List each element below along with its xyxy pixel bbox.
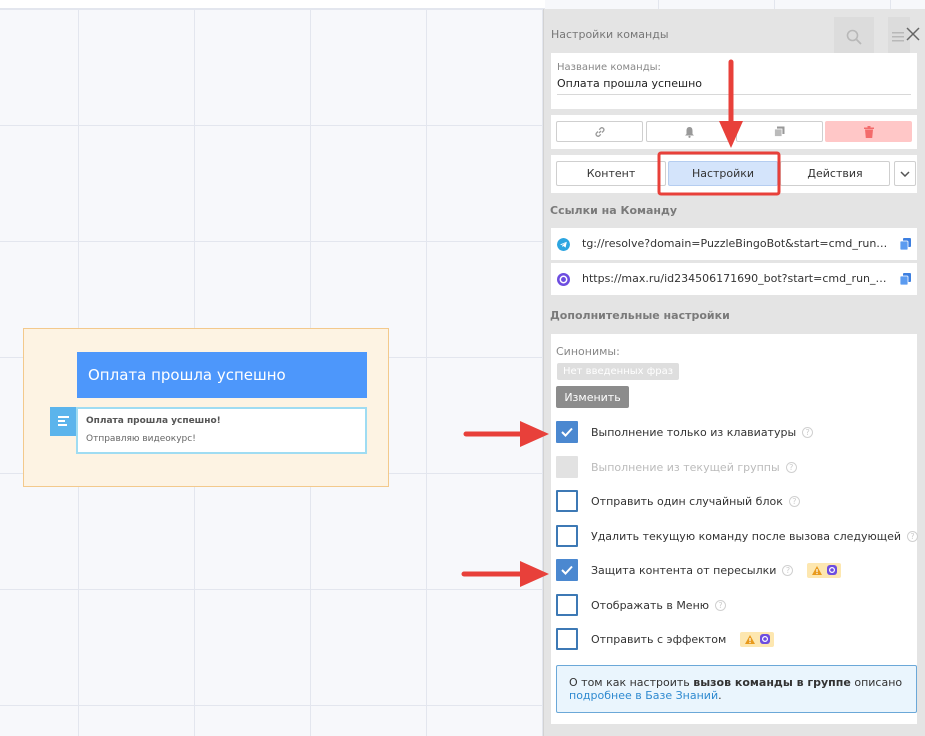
copy-max-link-button[interactable] xyxy=(899,273,911,288)
checkbox-send-with-effect[interactable] xyxy=(556,628,578,650)
option-label: Защита контента от пересылки xyxy=(591,563,777,577)
telegram-icon xyxy=(557,238,570,251)
tabs-bar: Контент Настройки Действия xyxy=(551,155,917,193)
warning-icon xyxy=(811,565,822,575)
message-title: Оплата прошла успешно! xyxy=(86,416,221,426)
checkbox-keyboard-only[interactable] xyxy=(556,421,578,443)
option-label: Отправить с эффектом xyxy=(591,632,727,646)
group-call-info-box: О том как настроить вызов команды в груп… xyxy=(556,665,917,713)
command-tools xyxy=(551,115,917,149)
extra-settings-card: Синонимы: Нет введенных фраз Изменить Вы… xyxy=(551,334,919,724)
synonyms-label: Синонимы: xyxy=(556,345,620,358)
option-current-group: Выполнение из текущей группы ? xyxy=(556,455,797,479)
message-text: Отправляю видеокурс! xyxy=(86,434,196,444)
close-icon xyxy=(906,27,920,41)
trash-icon xyxy=(863,125,874,138)
checkmark-icon xyxy=(561,565,573,575)
help-icon[interactable]: ? xyxy=(785,461,797,473)
block-title[interactable]: Оплата прошла успешно xyxy=(77,352,367,398)
command-name-card: Название команды: Оплата прошла успешно xyxy=(551,53,917,109)
extra-section-title: Дополнительные настройки xyxy=(550,309,730,322)
help-icon[interactable]: ? xyxy=(782,564,794,576)
link-button[interactable] xyxy=(556,121,643,142)
checkmark-icon xyxy=(561,427,573,437)
info-suffix: . xyxy=(718,689,722,702)
option-send-with-effect[interactable]: Отправить с эффектом xyxy=(556,627,775,651)
option-random-block[interactable]: Отправить один случайный блок ? xyxy=(556,489,800,513)
knowledge-base-link[interactable]: подробнее в Базе Знаний xyxy=(569,689,718,702)
info-middle: описано xyxy=(850,676,903,689)
command-settings-panel: Настройки команды Название команды: Опла… xyxy=(543,9,925,736)
help-icon[interactable]: ? xyxy=(802,426,814,438)
command-name-input[interactable]: Оплата прошла успешно xyxy=(557,77,911,95)
delete-button[interactable] xyxy=(825,121,912,142)
bell-icon xyxy=(685,126,694,138)
checkbox-forward-protection[interactable] xyxy=(556,559,578,581)
text-message-icon xyxy=(50,407,76,436)
max-icon xyxy=(557,273,570,286)
arrow-right-annotation xyxy=(463,421,549,447)
synonyms-label-text: Синонимы: xyxy=(556,345,620,358)
message-preview[interactable]: Оплата прошла успешно! Отправляю видеоку… xyxy=(76,407,367,454)
max-link-text[interactable]: https://max.ru/id234506171690_bot?start=… xyxy=(582,272,892,285)
tab-actions[interactable]: Действия xyxy=(780,161,890,186)
search-icon xyxy=(846,29,862,45)
max-icon xyxy=(826,565,837,575)
links-section-title: Ссылки на Команду xyxy=(550,204,678,217)
option-label: Удалить текущую команду после вызова сле… xyxy=(591,529,902,543)
panel-title: Настройки команды xyxy=(551,28,669,41)
option-label: Выполнение из текущей группы xyxy=(591,460,780,474)
tabs-more-button[interactable] xyxy=(894,161,916,186)
chevron-down-icon xyxy=(900,170,910,177)
notify-button[interactable] xyxy=(646,121,733,142)
command-name-label: Название команды: xyxy=(557,62,661,73)
option-show-in-menu[interactable]: Отображать в Меню ? xyxy=(556,593,727,617)
link-icon xyxy=(594,126,605,137)
platform-badge xyxy=(740,631,775,647)
arrow-right-annotation xyxy=(461,561,549,587)
warning-icon xyxy=(744,634,755,644)
checkbox-show-in-menu[interactable] xyxy=(556,594,578,616)
checkbox-current-group xyxy=(556,456,578,478)
max-link-row: https://max.ru/id234506171690_bot?start=… xyxy=(551,263,917,295)
canvas-top-strip xyxy=(0,0,545,9)
checkbox-delete-after-next[interactable] xyxy=(556,525,578,547)
platform-badge xyxy=(807,562,842,578)
option-label: Выполнение только из клавиатуры xyxy=(591,425,797,439)
copy-icon xyxy=(899,238,911,251)
info-prefix: О том как настроить xyxy=(569,676,694,689)
copy-icon xyxy=(774,126,785,137)
info-bold: вызов команды в группе xyxy=(693,676,851,689)
change-synonyms-button[interactable]: Изменить xyxy=(556,386,629,408)
search-button[interactable] xyxy=(834,17,874,57)
telegram-link-row: tg://resolve?domain=PuzzleBingoBot&start… xyxy=(551,228,917,260)
tab-content[interactable]: Контент xyxy=(556,161,666,186)
option-forward-protection[interactable]: Защита контента от пересылки ? xyxy=(556,558,842,582)
close-button[interactable] xyxy=(902,23,924,45)
help-icon[interactable]: ? xyxy=(907,530,919,542)
option-keyboard-only[interactable]: Выполнение только из клавиатуры ? xyxy=(556,420,814,444)
help-icon[interactable]: ? xyxy=(715,599,727,611)
copy-command-button[interactable] xyxy=(736,121,823,142)
checkbox-random-block[interactable] xyxy=(556,490,578,512)
help-icon[interactable]: ? xyxy=(788,495,800,507)
telegram-link-text[interactable]: tg://resolve?domain=PuzzleBingoBot&start… xyxy=(582,237,892,250)
tab-settings[interactable]: Настройки xyxy=(668,161,778,186)
copy-icon xyxy=(899,273,911,286)
copy-telegram-link-button[interactable] xyxy=(899,238,911,253)
option-delete-after-next[interactable]: Удалить текущую команду после вызова сле… xyxy=(556,524,919,548)
option-label: Отправить один случайный блок xyxy=(591,494,783,508)
max-icon xyxy=(759,634,770,644)
option-label: Отображать в Меню xyxy=(591,598,710,612)
synonyms-empty-badge: Нет введенных фраз xyxy=(557,363,680,380)
command-block[interactable]: Оплата прошла успешно Оплата прошла успе… xyxy=(23,328,389,487)
